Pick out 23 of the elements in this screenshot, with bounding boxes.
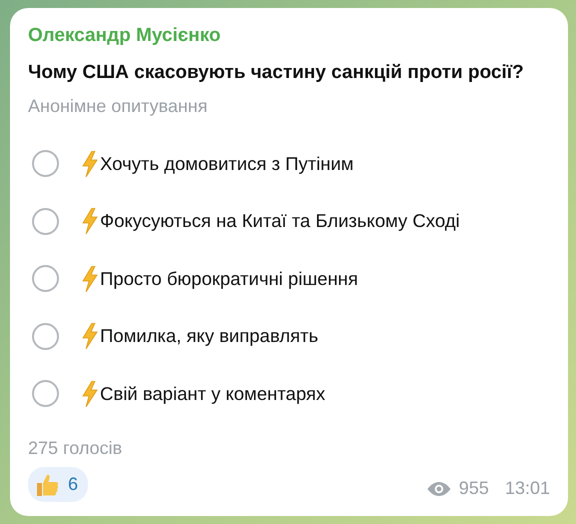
radio-button[interactable] <box>32 150 59 178</box>
option-label: Помилка, яку виправлять <box>100 324 318 348</box>
eye-icon <box>426 480 451 496</box>
vote-count: 275 голосів <box>28 436 124 460</box>
reaction-button[interactable]: 6 <box>28 467 88 502</box>
lightning-icon <box>81 266 99 292</box>
option-label: Хочуть домовитися з Путіним <box>100 152 354 176</box>
option-label: Фокусуються на Китаї та Близькому Сході <box>100 209 460 234</box>
lightning-icon <box>81 150 99 177</box>
lightning-icon <box>81 208 99 234</box>
lightning-icon <box>81 380 99 407</box>
radio-button[interactable] <box>32 380 59 408</box>
lightning-icon <box>81 323 99 350</box>
radio-button[interactable] <box>32 208 59 235</box>
option-label: Просто бюрократичні рішення <box>100 266 358 291</box>
view-count: 955 <box>458 477 489 500</box>
option-label: Свій варіант у коментарях <box>100 382 326 406</box>
radio-button[interactable] <box>32 322 59 350</box>
poll-question: Чому США скасовують частину санкцій проти росії? <box>28 61 525 85</box>
radio-button[interactable] <box>32 265 59 292</box>
poll-type: Анонімне опитування <box>28 95 208 117</box>
author-name[interactable]: Олександр Мусієнко <box>28 24 550 48</box>
message-time: 13:01 <box>504 477 550 500</box>
